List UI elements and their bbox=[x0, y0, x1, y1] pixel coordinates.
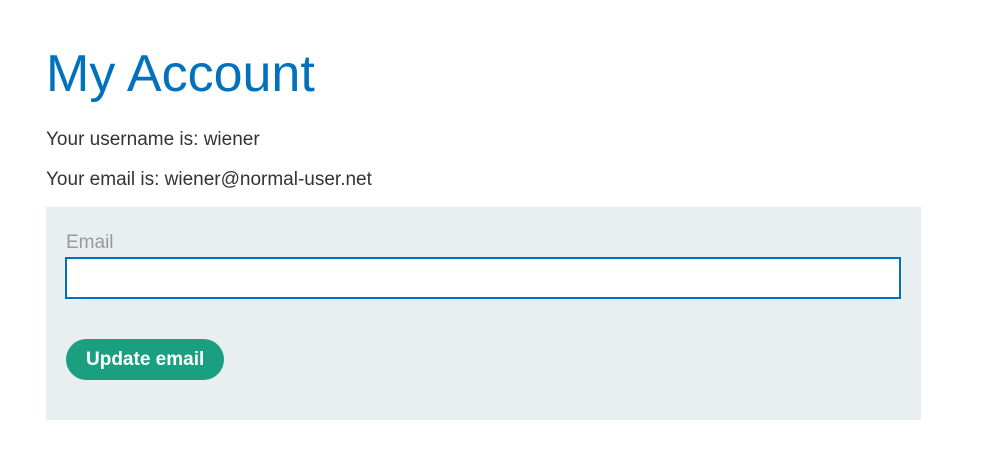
email-text: Your email is: wiener@normal-user.net bbox=[46, 169, 372, 190]
update-email-button[interactable]: Update email bbox=[66, 339, 225, 380]
update-email-form: Email Update email bbox=[46, 207, 921, 420]
email-field-label: Email bbox=[66, 232, 114, 253]
account-page: My Account Your username is: wiener Your… bbox=[0, 0, 988, 450]
page-title: My Account bbox=[46, 45, 315, 103]
username-text: Your username is: wiener bbox=[46, 129, 260, 150]
email-input[interactable] bbox=[65, 257, 901, 299]
